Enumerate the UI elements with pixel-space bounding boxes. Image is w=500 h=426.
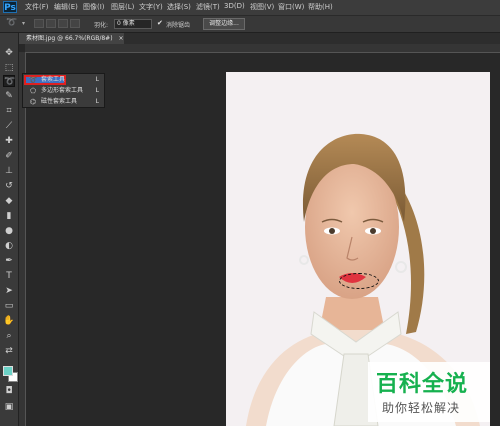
gradient-tool-icon[interactable]: ▮ — [3, 210, 15, 222]
menu-type[interactable]: 文字(Y) — [139, 2, 163, 12]
lasso-selection-outline — [339, 273, 379, 289]
menu-3d[interactable]: 3D(D) — [224, 2, 245, 10]
close-icon[interactable]: × — [118, 35, 123, 42]
chevron-down-icon[interactable]: ▾ — [22, 20, 25, 27]
foreground-color-swatch[interactable] — [3, 366, 13, 376]
polygonal-lasso-icon: ⬠ — [29, 87, 37, 95]
path-select-tool-icon[interactable]: ➤ — [3, 285, 15, 297]
history-brush-tool-icon[interactable]: ↺ — [3, 180, 15, 192]
menu-bar: Ps 文件(F) 编辑(E) 图像(I) 图层(L) 文字(Y) 选择(S) 滤… — [0, 0, 500, 16]
feather-input[interactable]: 0 像素 — [114, 19, 152, 29]
magnetic-lasso-icon: ⌬ — [29, 98, 37, 106]
swap-colors-icon[interactable]: ⇄ — [3, 345, 15, 357]
eraser-tool-icon[interactable]: ◆ — [3, 195, 15, 207]
menu-window[interactable]: 窗口(W) — [278, 2, 304, 12]
intersect-selection-button[interactable] — [70, 19, 80, 28]
photoshop-logo: Ps — [3, 1, 17, 13]
lasso-icon[interactable]: ➰ — [6, 18, 17, 28]
refine-edge-button[interactable]: 调整边缘... — [203, 18, 245, 30]
brush-tool-icon[interactable]: ✐ — [3, 150, 15, 162]
shape-tool-icon[interactable]: ▭ — [3, 300, 15, 312]
menu-image[interactable]: 图像(I) — [83, 2, 105, 12]
healing-tool-icon[interactable]: ✚ — [3, 135, 15, 147]
lasso-tool-icon[interactable]: ➰ — [3, 75, 15, 87]
zoom-tool-icon[interactable]: ⌕ — [3, 330, 15, 342]
menu-view[interactable]: 视图(V) — [250, 2, 274, 12]
blur-tool-icon[interactable]: ● — [3, 225, 15, 237]
stamp-tool-icon[interactable]: ⊥ — [3, 165, 15, 177]
menu-file[interactable]: 文件(F) — [25, 2, 49, 12]
antialias-label: 消除锯齿 — [166, 22, 191, 29]
flyout-item-label: 多边形套索工具 — [41, 87, 84, 94]
options-bar: ➰ ▾ 羽化: 0 像素 ✔ 消除锯齿 调整边缘... — [0, 16, 500, 33]
document-tab[interactable]: 素材图.jpg @ 66.7%(RGB/8#) × — [18, 33, 124, 44]
antialias-checkbox[interactable]: ✔ — [157, 19, 163, 27]
quick-mask-icon[interactable]: ◘ — [3, 385, 15, 397]
type-tool-icon[interactable]: T — [3, 270, 15, 282]
screen-mode-icon[interactable]: ▣ — [3, 401, 15, 413]
menu-layer[interactable]: 图层(L) — [111, 2, 134, 12]
horizontal-ruler — [25, 44, 500, 53]
flyout-item-shortcut: L — [95, 76, 99, 83]
watermark-subtitle: 助你轻松解决 — [382, 401, 461, 415]
watermark-title: 百科全说 — [376, 372, 469, 397]
pen-tool-icon[interactable]: ✒ — [3, 255, 15, 267]
menu-help[interactable]: 帮助(H) — [308, 2, 333, 12]
lasso-icon: ➰ — [28, 76, 38, 84]
menu-filter[interactable]: 滤镜(T) — [196, 2, 220, 12]
flyout-item-magnetic-lasso[interactable]: ⌬ 磁性套索工具 L — [24, 97, 103, 107]
dodge-tool-icon[interactable]: ◐ — [3, 240, 15, 252]
flyout-item-shortcut: L — [95, 98, 99, 105]
tools-panel: ✥ ⬚ ➰ ✎ ⌗ ⟋ ✚ ✐ ⊥ ↺ ◆ ▮ ● ◐ ✒ T ➤ ▭ ✋ ⌕ … — [0, 33, 19, 426]
move-tool-icon[interactable]: ✥ — [3, 47, 15, 59]
document-tab-bar: 素材图.jpg @ 66.7%(RGB/8#) × — [18, 33, 500, 44]
add-selection-button[interactable] — [46, 19, 56, 28]
menu-edit[interactable]: 编辑(E) — [54, 2, 78, 12]
new-selection-button[interactable] — [34, 19, 44, 28]
feather-label: 羽化: — [94, 22, 109, 29]
marquee-tool-icon[interactable]: ⬚ — [3, 62, 15, 74]
subtract-selection-button[interactable] — [58, 19, 68, 28]
flyout-item-label: 套索工具 — [41, 76, 66, 83]
eyedropper-tool-icon[interactable]: ⟋ — [3, 120, 15, 132]
vertical-ruler — [18, 52, 26, 426]
flyout-item-shortcut: L — [95, 87, 99, 94]
flyout-item-lasso[interactable]: ➰ 套索工具 L — [24, 75, 103, 85]
menu-select[interactable]: 选择(S) — [167, 2, 191, 12]
hand-tool-icon[interactable]: ✋ — [3, 315, 15, 327]
flyout-item-label: 磁性套索工具 — [41, 98, 78, 105]
crop-tool-icon[interactable]: ⌗ — [3, 105, 15, 117]
lasso-tool-flyout: ➰ 套索工具 L ⬠ 多边形套索工具 L ⌬ 磁性套索工具 L — [22, 73, 105, 108]
flyout-item-polygonal-lasso[interactable]: ⬠ 多边形套索工具 L — [24, 86, 103, 96]
document-tab-title: 素材图.jpg @ 66.7%(RGB/8#) — [26, 35, 113, 42]
quick-select-tool-icon[interactable]: ✎ — [3, 90, 15, 102]
watermark: 百科全说 助你轻松解决 — [368, 362, 490, 422]
